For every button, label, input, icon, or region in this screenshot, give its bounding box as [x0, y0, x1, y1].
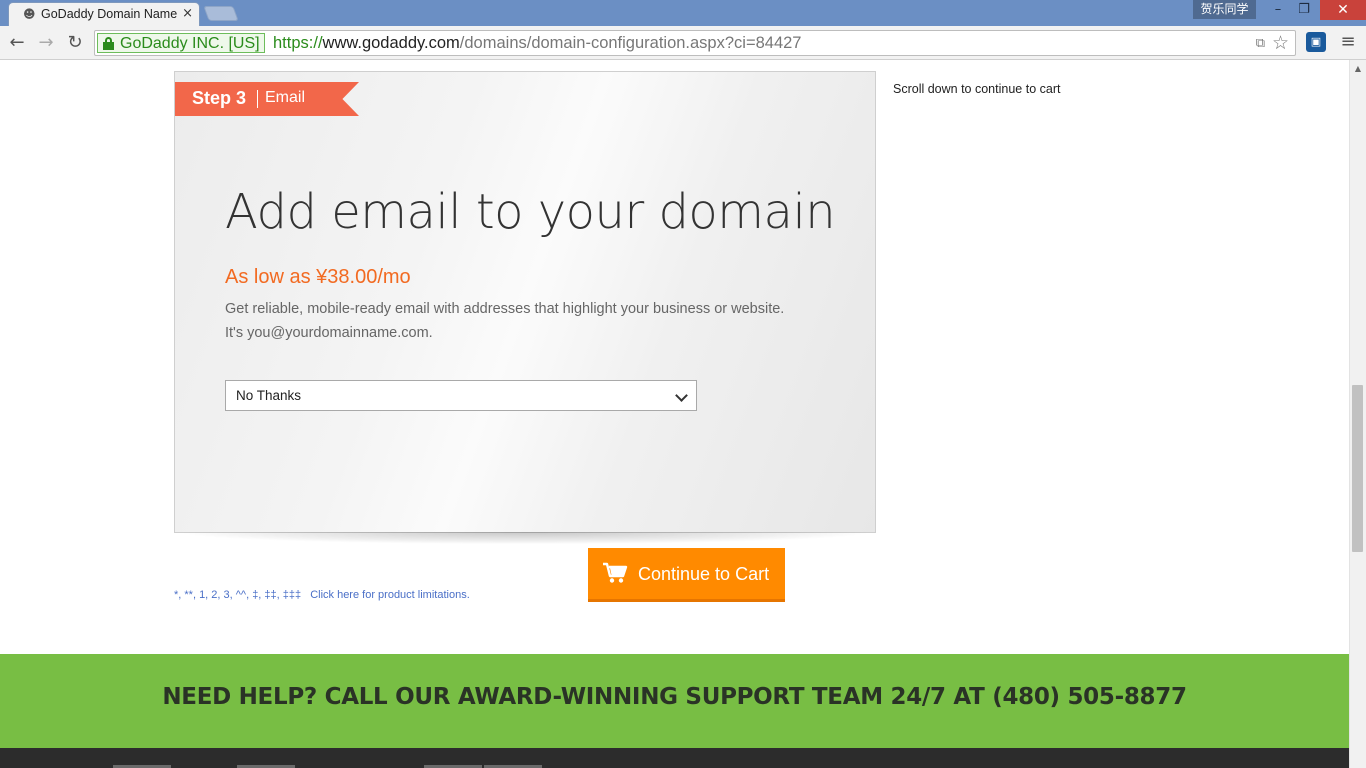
- lock-icon: [103, 37, 114, 50]
- footer: [0, 748, 1349, 768]
- url-path: /domains/domain-configuration.aspx?ci=84…: [459, 34, 802, 52]
- url-text[interactable]: https://www.godaddy.com/domains/domain-c…: [273, 34, 801, 53]
- step-number: Step 3: [192, 88, 247, 108]
- chevron-down-icon: [675, 389, 688, 402]
- product-limitations-link[interactable]: Click here for product limitations.: [310, 589, 470, 601]
- back-arrow-icon[interactable]: ←: [5, 31, 29, 55]
- support-help-band: NEED HELP? CALL OUR AWARD-WINNING SUPPOR…: [0, 654, 1349, 748]
- bookmark-star-icon[interactable]: ☆: [1272, 32, 1289, 54]
- window-maximize-button[interactable]: ❐: [1292, 0, 1316, 20]
- scrollbar-thumb[interactable]: [1352, 385, 1363, 552]
- step-banner: Step 3 Email: [175, 82, 359, 116]
- godaddy-favicon-icon: ☻: [23, 7, 36, 21]
- address-bar[interactable]: GoDaddy INC. [US] https://www.godaddy.co…: [94, 30, 1296, 56]
- panel-shadow: [184, 532, 866, 544]
- tab-title: GoDaddy Domain Name: [41, 7, 178, 21]
- scroll-up-arrow-icon[interactable]: ▲: [1350, 60, 1366, 77]
- new-tab-button[interactable]: [203, 6, 239, 21]
- url-host: www.godaddy.com: [322, 34, 460, 52]
- browser-tab-active[interactable]: ☻ GoDaddy Domain Name ×: [8, 2, 200, 26]
- continue-to-cart-button[interactable]: Continue to Cart: [588, 548, 785, 602]
- page-scrollbar[interactable]: ▲: [1349, 60, 1366, 768]
- email-description-line-2: It's you@yourdomainname.com.: [225, 325, 433, 341]
- email-description: Get reliable, mobile-ready email with ad…: [225, 297, 845, 345]
- product-limitations: *, **, 1, 2, 3, ^^, ‡, ‡‡, ‡‡‡ Click her…: [174, 589, 470, 601]
- ev-certificate-badge[interactable]: GoDaddy INC. [US]: [97, 33, 265, 53]
- forward-arrow-icon[interactable]: →: [34, 31, 58, 55]
- step-name: Email: [265, 89, 306, 106]
- email-plan-select-value: No Thanks: [236, 388, 302, 403]
- support-help-text: NEED HELP? CALL OUR AWARD-WINNING SUPPOR…: [162, 684, 1187, 710]
- page-content: Step 3 Email Add email to your domain As…: [0, 60, 1349, 768]
- step-divider: [257, 90, 258, 108]
- email-offer-panel: Step 3 Email Add email to your domain As…: [174, 71, 876, 533]
- translate-icon[interactable]: ⧉: [1256, 36, 1265, 51]
- scroll-note: Scroll down to continue to cart: [893, 82, 1061, 96]
- window-close-button[interactable]: ✕: [1320, 0, 1366, 20]
- ev-org-label: GoDaddy INC. [US]: [120, 35, 260, 52]
- reload-icon[interactable]: ↻: [63, 31, 87, 55]
- email-price: As low as ¥38.00/mo: [225, 266, 411, 288]
- shopping-cart-icon: [603, 562, 628, 583]
- extension-icon[interactable]: ▣: [1306, 32, 1326, 52]
- tab-close-icon[interactable]: ×: [182, 6, 193, 21]
- email-description-line-1: Get reliable, mobile-ready email with ad…: [225, 301, 785, 317]
- window-minimize-button[interactable]: –: [1266, 0, 1290, 20]
- email-plan-select[interactable]: No Thanks: [225, 380, 697, 411]
- email-headline: Add email to your domain: [225, 184, 836, 240]
- browser-toolbar: ← → ↻ GoDaddy INC. [US] https://www.goda…: [0, 26, 1366, 60]
- profile-user-badge[interactable]: 贺乐同学: [1193, 0, 1256, 19]
- browser-titlebar: ☻ GoDaddy Domain Name × 贺乐同学 – ❐ ✕: [0, 0, 1366, 26]
- limitations-symbols: *, **, 1, 2, 3, ^^, ‡, ‡‡, ‡‡‡: [174, 589, 302, 601]
- url-scheme: https://: [273, 34, 323, 52]
- browser-menu-icon[interactable]: ≡: [1338, 32, 1358, 52]
- continue-to-cart-label: Continue to Cart: [638, 564, 770, 584]
